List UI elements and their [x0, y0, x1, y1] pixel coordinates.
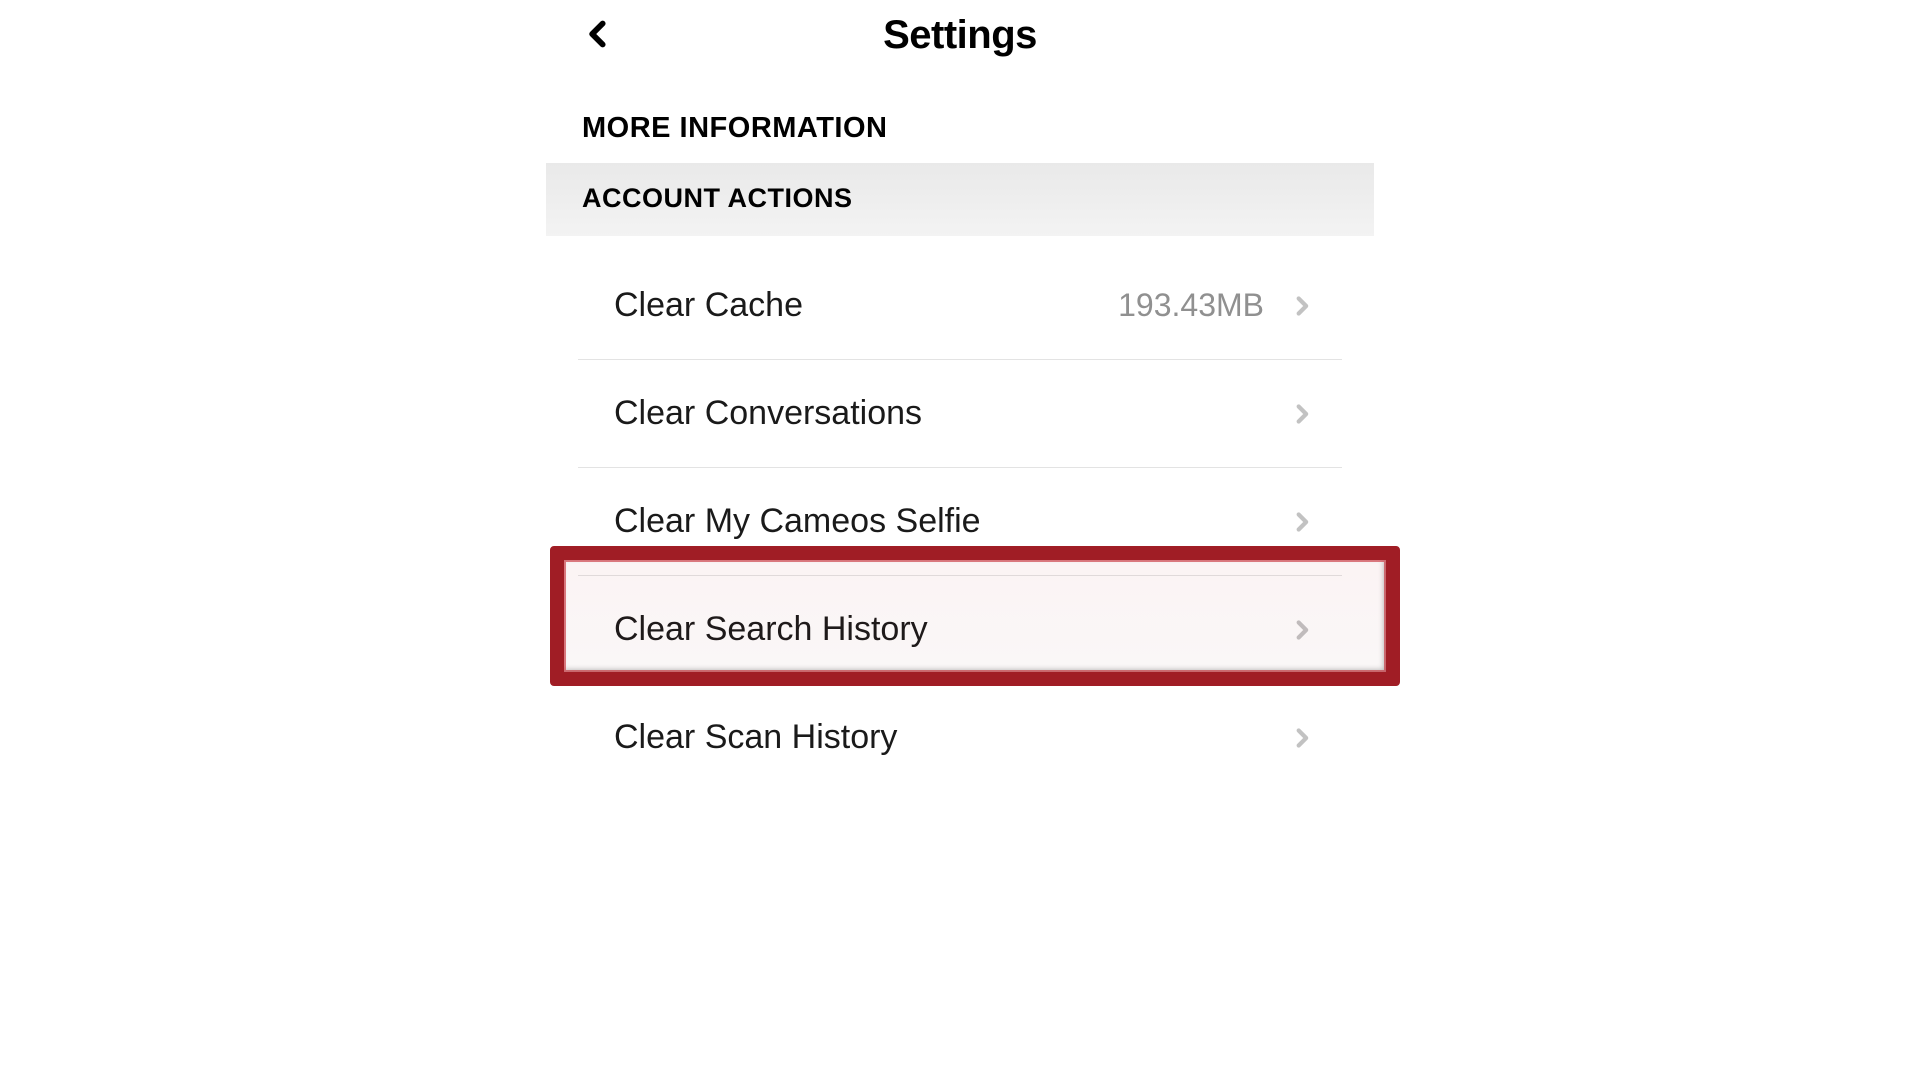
chevron-right-icon	[1292, 506, 1312, 538]
list-item-right: 193.43MB	[1118, 287, 1312, 324]
clear-scan-history-row[interactable]: Clear Scan History	[578, 684, 1342, 791]
section-heading-account-actions: ACCOUNT ACTIONS	[546, 163, 1374, 236]
list-item-label: Clear Conversations	[614, 394, 922, 433]
clear-cache-value: 193.43MB	[1118, 287, 1264, 324]
chevron-left-icon	[584, 17, 612, 56]
list-item-label: Clear Search History	[614, 610, 928, 649]
clear-cache-row[interactable]: Clear Cache 193.43MB	[578, 252, 1342, 360]
settings-screen: Settings MORE INFORMATION ACCOUNT ACTION…	[546, 0, 1374, 1080]
clear-my-cameos-selfie-row[interactable]: Clear My Cameos Selfie	[578, 468, 1342, 576]
header-bar: Settings	[546, 0, 1374, 70]
chevron-right-icon	[1292, 614, 1312, 646]
chevron-right-icon	[1292, 290, 1312, 322]
page-title: Settings	[883, 13, 1037, 58]
chevron-right-icon	[1292, 398, 1312, 430]
list-item-label: Clear Cache	[614, 286, 803, 325]
list-item-label: Clear My Cameos Selfie	[614, 502, 981, 541]
list-item-right	[1292, 722, 1312, 754]
account-actions-list: Clear Cache 193.43MB Clear Conversations	[578, 252, 1342, 791]
clear-search-history-row[interactable]: Clear Search History	[578, 576, 1342, 684]
list-item-label: Clear Scan History	[614, 718, 897, 757]
chevron-right-icon	[1292, 722, 1312, 754]
clear-conversations-row[interactable]: Clear Conversations	[578, 360, 1342, 468]
list-item-right	[1292, 506, 1312, 538]
section-heading-more-information: MORE INFORMATION	[546, 70, 1374, 163]
list-item-right	[1292, 614, 1312, 646]
back-button[interactable]	[576, 14, 620, 58]
list-item-right	[1292, 398, 1312, 430]
